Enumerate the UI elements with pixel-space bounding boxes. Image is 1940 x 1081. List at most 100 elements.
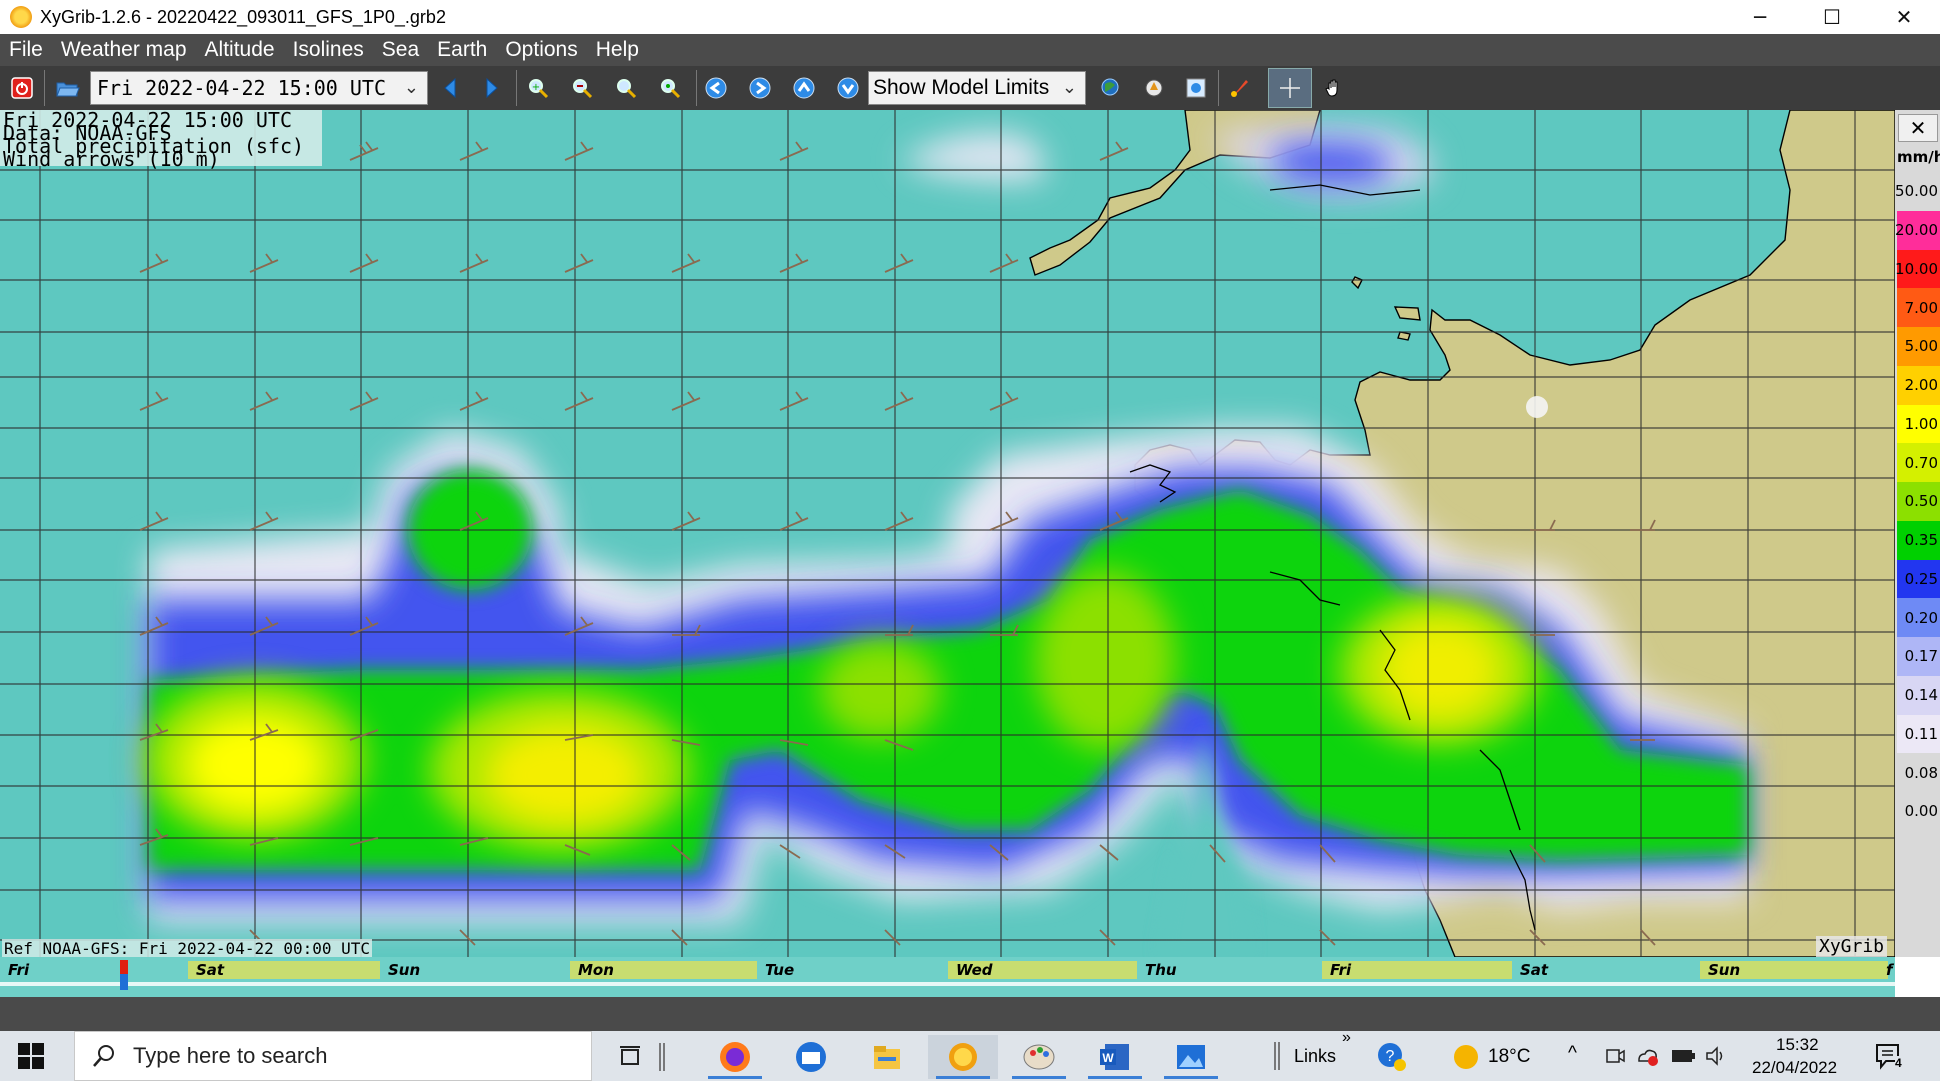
menu-altitude[interactable]: Altitude: [196, 34, 284, 66]
taskbar-file-explorer[interactable]: [852, 1035, 922, 1079]
menu-file[interactable]: File: [0, 34, 52, 66]
zoom-in-button[interactable]: +: [522, 72, 554, 104]
pan-left-button[interactable]: [700, 72, 732, 104]
minimize-button[interactable]: ─: [1724, 0, 1796, 34]
map-canvas: [0, 110, 1895, 957]
windows-start-icon[interactable]: [18, 1043, 44, 1069]
zoom-selection-button[interactable]: [610, 72, 642, 104]
svg-text:W: W: [1102, 1051, 1114, 1065]
word-icon: W: [1100, 1044, 1129, 1070]
windows-taskbar: Type here to search W Links » ? 18°C ^ 1…: [0, 1029, 1940, 1081]
zoom-out-button[interactable]: [566, 72, 598, 104]
title-bar: XyGrib-1.2.6 - 20220422_093011_GFS_1P0_.…: [0, 0, 1940, 34]
weather-sun-icon[interactable]: [1452, 1043, 1480, 1071]
legend-entry: 20.00: [1895, 210, 1940, 250]
weather-temperature[interactable]: 18°C: [1488, 1046, 1530, 1068]
notification-count: 4: [1895, 1056, 1902, 1070]
links-chevron[interactable]: »: [1342, 1029, 1351, 1047]
timeline-day-label: Fri: [1322, 961, 1512, 979]
toolbar-separator: [516, 70, 517, 106]
menu-options[interactable]: Options: [496, 34, 586, 66]
menu-earth[interactable]: Earth: [428, 34, 496, 66]
model-limits-select[interactable]: Show Model Limits ⌄: [868, 71, 1086, 105]
quit-icon: [11, 77, 33, 99]
menu-isolines[interactable]: Isolines: [284, 34, 373, 66]
quit-button[interactable]: [6, 72, 38, 104]
divider-icon: [659, 1043, 665, 1071]
close-window-button[interactable]: ✕: [1868, 0, 1940, 34]
timeline-handle[interactable]: [120, 960, 128, 990]
svg-text:?: ?: [1386, 1048, 1395, 1065]
pan-right-button[interactable]: [744, 72, 776, 104]
taskbar-thunderbird[interactable]: [776, 1035, 846, 1079]
taskbar-word[interactable]: W: [1080, 1035, 1150, 1079]
legend-entry: 1.00: [1897, 404, 1940, 444]
date-selector[interactable]: Fri 2022-04-22 15:00 UTC ⌄: [90, 71, 428, 105]
volume-icon[interactable]: [1704, 1045, 1730, 1067]
taskbar-clock-date[interactable]: 22/04/2022: [1752, 1058, 1837, 1078]
window-controls: ─ ☐ ✕: [1724, 0, 1940, 34]
open-file-icon: [56, 82, 80, 97]
rocket-icon: [1231, 80, 1248, 97]
previous-date-icon: [444, 77, 456, 99]
pan-up-button[interactable]: [788, 72, 820, 104]
taskbar-clock-time[interactable]: 15:32: [1776, 1035, 1819, 1055]
taskbar-firefox[interactable]: [700, 1035, 770, 1079]
hand-pan-button[interactable]: [1318, 72, 1350, 104]
crosshair-button[interactable]: [1268, 68, 1312, 108]
onedrive-error-icon[interactable]: [1636, 1045, 1660, 1067]
menu-weather-map[interactable]: Weather map: [52, 34, 196, 66]
meet-now-icon[interactable]: [1604, 1045, 1626, 1067]
pan-down-button[interactable]: [832, 72, 864, 104]
folder-icon: [874, 1046, 900, 1069]
close-legend-button[interactable]: ✕: [1898, 114, 1938, 142]
timeline-day-label: Mon: [570, 961, 757, 979]
pan-left-icon: [705, 77, 727, 99]
rocket-button[interactable]: [1224, 72, 1256, 104]
legend-entry: 0.70: [1897, 443, 1940, 482]
legend-entry: 0.17: [1897, 637, 1940, 676]
firefox-icon: [720, 1042, 750, 1072]
next-date-icon: [486, 77, 498, 99]
taskbar-photos[interactable]: [1156, 1035, 1226, 1079]
timeline-track: [0, 982, 1895, 986]
running-indicator: [708, 1076, 762, 1079]
zoom-all-button[interactable]: [654, 72, 686, 104]
land-channel-island: [1397, 331, 1411, 341]
toolbar-divider-icon: [1274, 1042, 1280, 1070]
model-limits-value: Show Model Limits: [873, 76, 1050, 99]
legend-entry: 0.14: [1897, 675, 1940, 715]
timeline-day-label: Sat: [188, 961, 380, 979]
toolbar-separator: [44, 70, 45, 106]
battery-icon[interactable]: [1670, 1045, 1696, 1067]
zoom-all-icon: [661, 79, 681, 99]
weather-map[interactable]: Fri 2022-04-22 15:00 UTC Data: NOAA-GFS …: [0, 110, 1895, 957]
links-toolbar-label[interactable]: Links: [1294, 1046, 1336, 1067]
menu-help[interactable]: Help: [587, 34, 648, 66]
legend-entry: 0.00: [1897, 792, 1940, 831]
legend-entry: 50.00: [1895, 172, 1940, 211]
xygrib-sun-icon: [10, 6, 32, 28]
menu-sea[interactable]: Sea: [373, 34, 428, 66]
previous-date-button[interactable]: [434, 72, 466, 104]
open-file-button[interactable]: [52, 72, 84, 104]
running-indicator: [936, 1076, 990, 1079]
meteotable-button[interactable]: [1180, 72, 1212, 104]
taskbar-search-box[interactable]: Type here to search: [74, 1031, 592, 1081]
timeline-day-label: Sun: [380, 961, 570, 979]
tray-overflow-chevron[interactable]: ^: [1568, 1043, 1577, 1065]
taskbar-xygrib[interactable]: [928, 1035, 998, 1079]
land-channel-island: [1351, 276, 1363, 290]
taskbar-paint[interactable]: [1004, 1035, 1074, 1079]
help-icon[interactable]: ?: [1376, 1041, 1408, 1073]
next-date-button[interactable]: [476, 72, 508, 104]
timeline-end-mark: f: [1886, 961, 1893, 979]
download-button[interactable]: [1094, 72, 1126, 104]
location-button[interactable]: [1138, 72, 1170, 104]
zoom-selection-icon: [617, 79, 637, 99]
maximize-button[interactable]: ☐: [1796, 0, 1868, 34]
meteotable-icon: [1186, 78, 1206, 98]
timeline-day-label: Fri: [0, 961, 188, 979]
date-selector-value: Fri 2022-04-22 15:00 UTC: [97, 76, 386, 100]
taskbar-search-placeholder: Type here to search: [133, 1043, 328, 1068]
